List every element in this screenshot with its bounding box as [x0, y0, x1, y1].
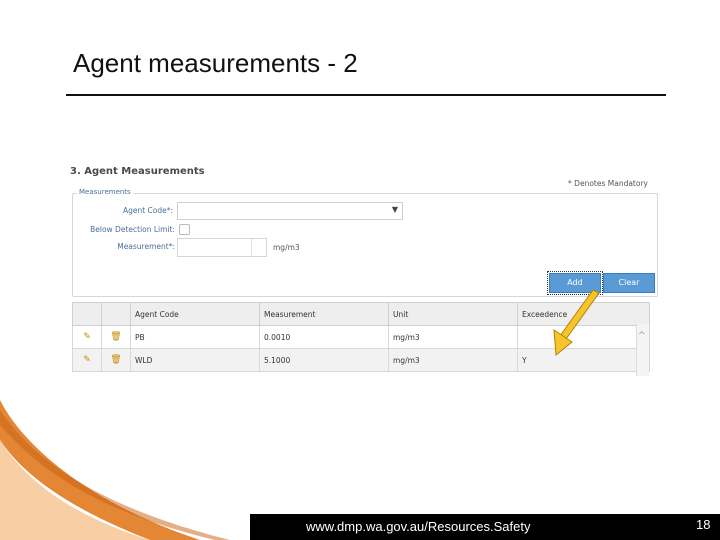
- footer-url[interactable]: www.dmp.wa.gov.au/Resources.Safety: [306, 519, 530, 534]
- callout-arrow: [553, 289, 600, 356]
- page-number: 18: [696, 517, 711, 532]
